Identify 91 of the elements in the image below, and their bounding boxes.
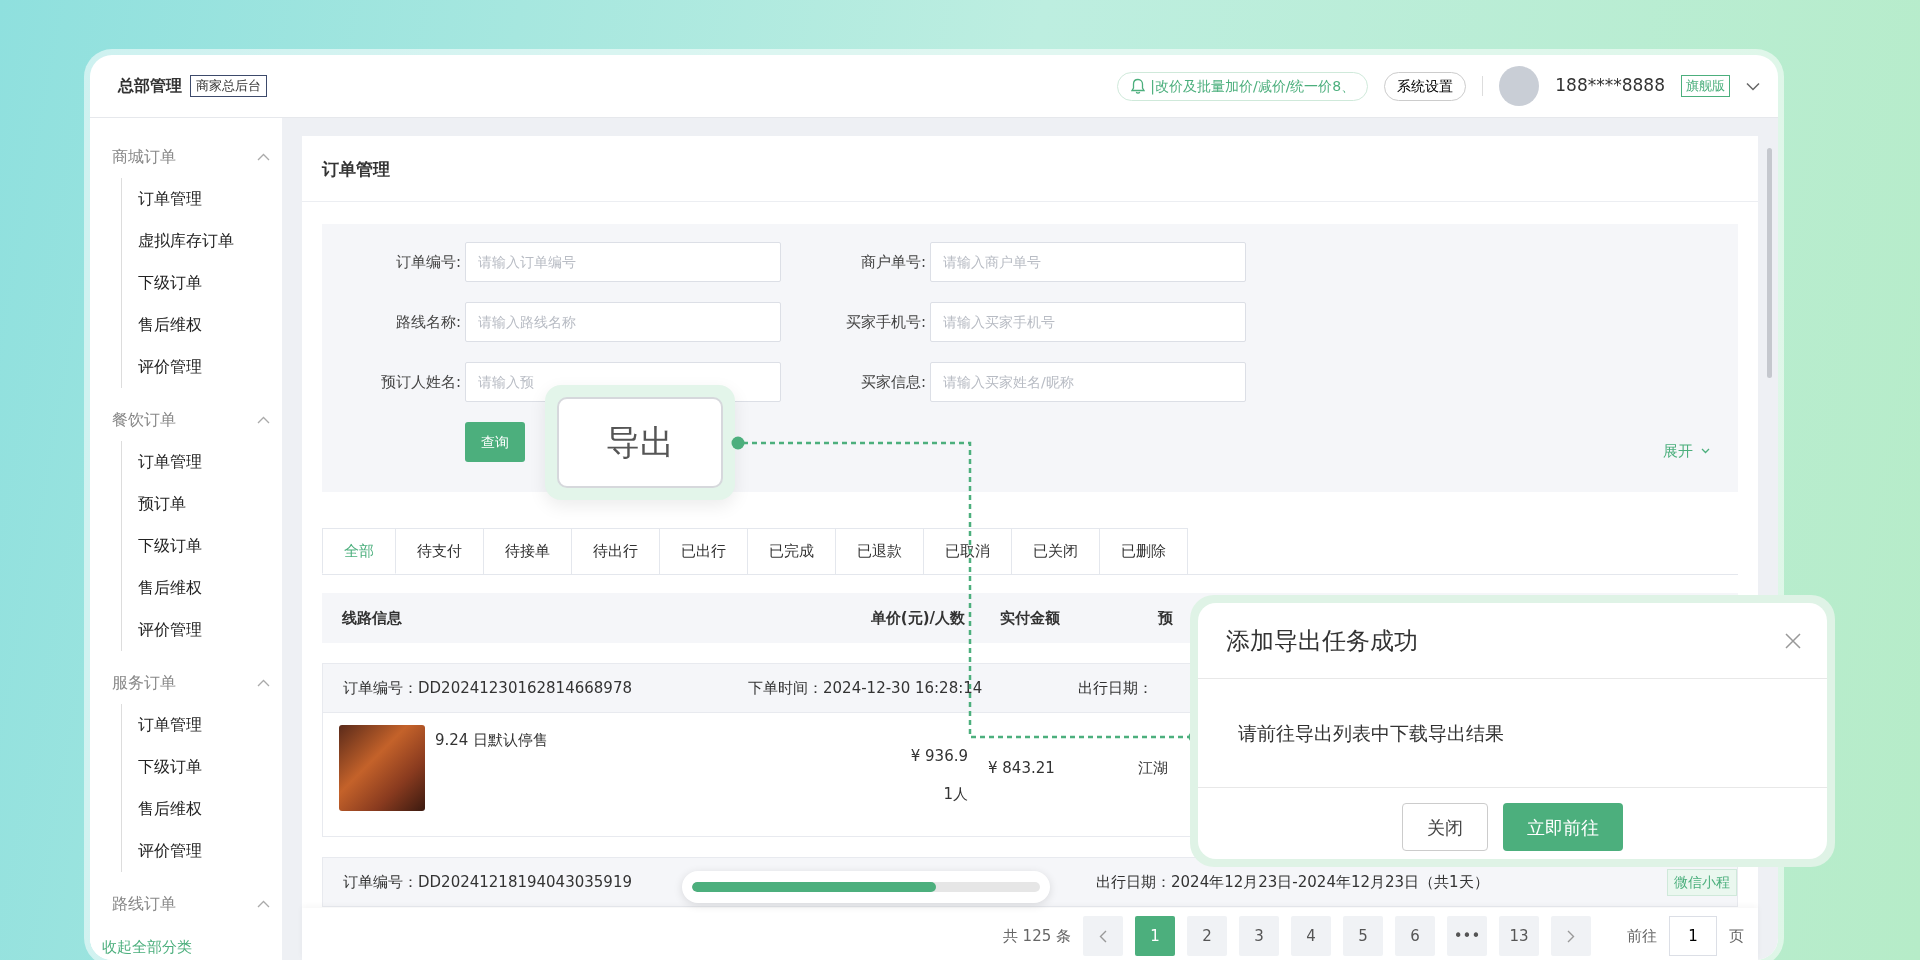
- input-field[interactable]: 请输入买家手机号: [930, 302, 1246, 342]
- page-suffix: 页: [1729, 926, 1744, 947]
- tab[interactable]: 待接单: [484, 528, 572, 574]
- column-header: 预: [1158, 607, 1174, 629]
- sidebar-item[interactable]: 订单管理: [122, 178, 282, 220]
- chevron-up-icon: [257, 679, 270, 687]
- sidebar-item[interactable]: 虚拟库存订单: [122, 220, 282, 262]
- sidebar-item[interactable]: 下级订单: [122, 525, 282, 567]
- close-icon[interactable]: [1785, 632, 1801, 649]
- tab[interactable]: 已完成: [748, 528, 836, 574]
- sidebar-item[interactable]: 下级订单: [122, 262, 282, 304]
- sidebar-item[interactable]: 订单管理: [122, 441, 282, 483]
- input-field[interactable]: 请输入买家姓名/昵称: [930, 362, 1246, 402]
- chevron-left-icon: [1099, 929, 1107, 943]
- page-button[interactable]: •••: [1447, 916, 1487, 956]
- order-number: DD20241230162814668978: [418, 677, 633, 699]
- chevron-up-icon: [257, 153, 270, 161]
- travel-date: 2024年12月23日-2024年12月23日（共1天）: [1171, 871, 1489, 893]
- channel-tag: 微信小程: [1667, 868, 1737, 896]
- plan-tag: 旗舰版: [1681, 75, 1730, 97]
- people-count: 1人: [943, 784, 968, 805]
- tab[interactable]: 已删除: [1100, 528, 1188, 574]
- travel-date-label: 出行日期：: [1096, 871, 1171, 893]
- sidebar-item[interactable]: 预订单: [122, 483, 282, 525]
- sidebar-group[interactable]: 商城订单: [90, 136, 282, 178]
- input-field[interactable]: 请输入路线名称: [465, 302, 781, 342]
- field-label: 订单编号:: [394, 251, 462, 273]
- tab[interactable]: 已出行: [660, 528, 748, 574]
- page-title: 订单管理: [302, 136, 1758, 202]
- page-button[interactable]: 6: [1395, 916, 1435, 956]
- table-cell-text: 江湖: [1138, 758, 1168, 779]
- avatar[interactable]: [1499, 66, 1540, 106]
- tab[interactable]: 已退款: [836, 528, 924, 574]
- column-header: 单价(元)/人数: [869, 607, 965, 629]
- order-number: DD20241218194043035919: [418, 871, 633, 893]
- field-label: 买家信息:: [859, 371, 927, 393]
- phone-number: 188****8888: [1555, 74, 1665, 98]
- settings-button[interactable]: 系统设置: [1384, 71, 1467, 101]
- order-number-label: 订单编号：: [343, 871, 418, 893]
- goto-label: 前往: [1627, 926, 1657, 947]
- sidebar-item[interactable]: 评价管理: [122, 830, 282, 872]
- sidebar-item[interactable]: 评价管理: [122, 346, 282, 388]
- chevron-down-icon: [1701, 447, 1710, 454]
- scrollbar-thumb[interactable]: [1767, 148, 1772, 378]
- order-time-label: 下单时间：: [748, 677, 823, 699]
- field-label: 路线名称:: [394, 311, 462, 333]
- dialog-message: 请前往导出列表中下载导出结果: [1238, 722, 1504, 744]
- sidebar-group[interactable]: 服务订单: [90, 662, 282, 704]
- sidebar-item[interactable]: 售后维权: [122, 567, 282, 609]
- travel-date-label: 出行日期：: [1078, 677, 1153, 699]
- sidebar-item[interactable]: 评价管理: [122, 609, 282, 651]
- sidebar-item[interactable]: 售后维权: [122, 304, 282, 346]
- column-header: 线路信息: [342, 607, 403, 629]
- sidebar-group[interactable]: 路线订单: [90, 883, 282, 925]
- paid-amount: ¥ 843.21: [988, 758, 1056, 779]
- field-label: 买家手机号:: [844, 311, 927, 333]
- total-count: 共 125 条: [1002, 926, 1071, 947]
- order-number-label: 订单编号：: [343, 677, 418, 699]
- tab[interactable]: 已关闭: [1012, 528, 1100, 574]
- input-field[interactable]: 请输入商户单号: [930, 242, 1246, 282]
- chevron-right-icon: [1567, 929, 1575, 943]
- page-button[interactable]: 2: [1187, 916, 1227, 956]
- chevron-up-icon: [257, 416, 270, 424]
- sidebar-item[interactable]: 售后维权: [122, 788, 282, 830]
- chevron-down-icon[interactable]: [1746, 81, 1760, 91]
- page-button[interactable]: 3: [1239, 916, 1279, 956]
- field-label: 预订人姓名:: [379, 371, 462, 393]
- page-button[interactable]: 5: [1343, 916, 1383, 956]
- unit-price: ¥ 936.9: [910, 746, 968, 767]
- prev-page-button[interactable]: [1083, 916, 1123, 956]
- close-button[interactable]: 关闭: [1402, 803, 1488, 851]
- sidebar-group[interactable]: 餐饮订单: [90, 399, 282, 441]
- console-tag: 商家总后台: [190, 75, 267, 97]
- column-header: 实付金额: [1000, 607, 1061, 629]
- next-page-button[interactable]: [1551, 916, 1591, 956]
- page-input[interactable]: 1: [1669, 916, 1717, 956]
- sidebar-item[interactable]: 下级订单: [122, 746, 282, 788]
- bell-icon: [1130, 77, 1147, 95]
- tab[interactable]: 待支付: [396, 528, 484, 574]
- export-button[interactable]: 导出: [557, 397, 723, 488]
- sidebar-item[interactable]: 订单管理: [122, 704, 282, 746]
- tab[interactable]: 待出行: [572, 528, 660, 574]
- page-button[interactable]: 13: [1499, 916, 1539, 956]
- product-name: 9.24 日默认停售: [435, 730, 550, 751]
- order-time: 2024-12-30 16:28:14: [823, 677, 984, 699]
- chevron-up-icon: [257, 900, 270, 908]
- app-title: 总部管理: [118, 75, 182, 97]
- page-button[interactable]: 4: [1291, 916, 1331, 956]
- input-field[interactable]: 请输入订单编号: [465, 242, 781, 282]
- field-label: 商户单号:: [859, 251, 927, 273]
- dialog-title: 添加导出任务成功: [1226, 625, 1418, 657]
